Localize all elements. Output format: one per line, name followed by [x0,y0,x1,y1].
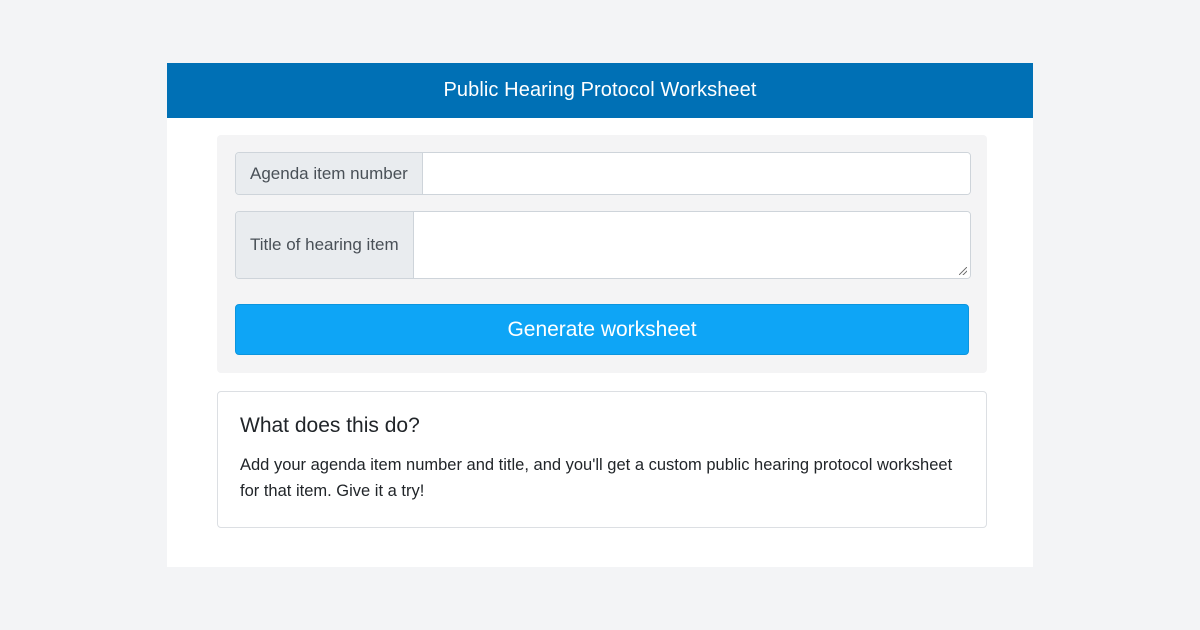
hearing-item-title-textarea[interactable] [413,212,970,278]
agenda-input-group: Agenda item number [235,152,971,195]
hearing-item-title-label: Title of hearing item [236,212,414,278]
generate-worksheet-button[interactable]: Generate worksheet [235,304,969,355]
app-header: Public Hearing Protocol Worksheet [167,63,1033,118]
info-heading: What does this do? [240,414,420,437]
agenda-item-number-input[interactable] [422,153,970,194]
page-title: Public Hearing Protocol Worksheet [443,79,757,101]
textarea-resize-handle[interactable] [959,267,967,275]
app-container: Public Hearing Protocol Worksheet Agenda… [167,63,1033,567]
title-input-group: Title of hearing item [235,211,971,279]
agenda-item-number-label: Agenda item number [236,153,423,194]
info-card: What does this do? Add your agenda item … [217,391,987,528]
info-description: Add your agenda item number and title, a… [240,456,953,500]
worksheet-form: Agenda item number Title of hearing item… [217,135,987,373]
